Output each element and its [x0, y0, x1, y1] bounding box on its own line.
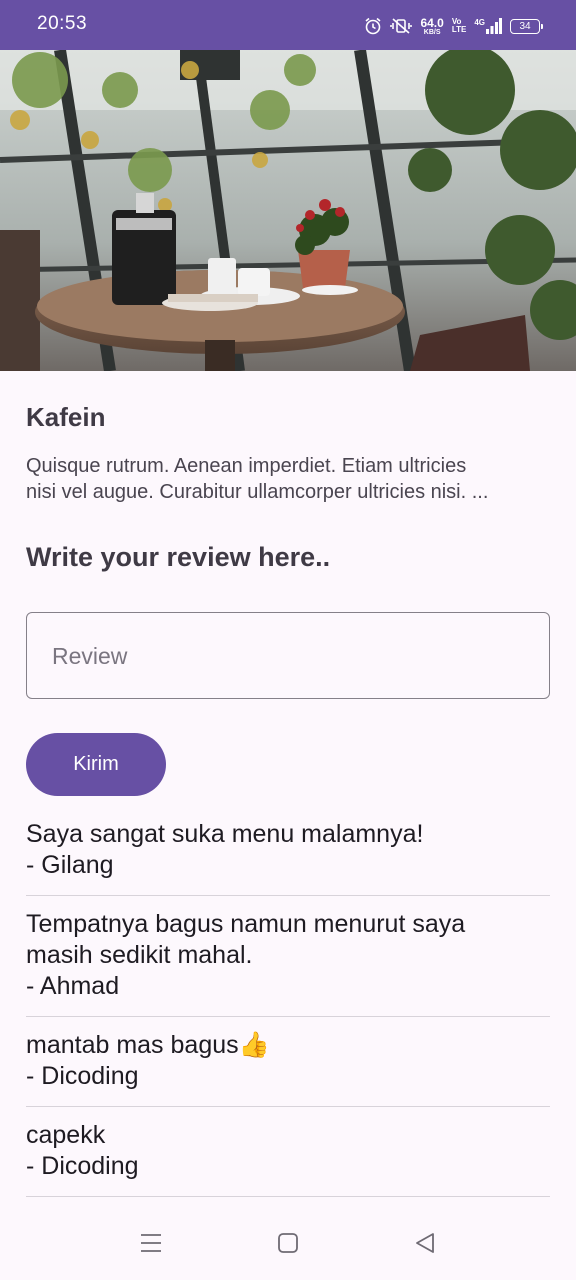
- vibrate-mute-icon: [390, 18, 413, 34]
- review-item: Tempatnya bagus namun menurut saya masih…: [26, 906, 550, 1017]
- review-text: mantab mas bagus👍: [26, 1031, 270, 1059]
- review-item: Saya sangat suka menu malamnya! - Gilang: [26, 816, 550, 896]
- review-author: - Dicoding: [26, 1152, 139, 1180]
- review-list: Saya sangat suka menu malamnya! - Gilang…: [26, 816, 550, 1207]
- net-speed-unit: KB/S: [423, 28, 441, 36]
- description-line: nisi vel augue. Curabitur ullamcorper ul…: [26, 481, 489, 503]
- volte-indicator: Vo LTE: [452, 18, 467, 34]
- status-icons: 64.0 KB/S Vo LTE 4G 34: [364, 13, 543, 39]
- review-item: capekk - Dicoding: [26, 1117, 550, 1197]
- status-time: 20:53: [37, 13, 88, 34]
- place-title: Kafein: [26, 402, 106, 432]
- review-text: Saya sangat suka menu malamnya!: [26, 820, 424, 848]
- net-speed-value: 64.0: [420, 15, 444, 30]
- review-author: - Dicoding: [26, 1062, 139, 1090]
- signal-label: 4G: [474, 18, 485, 27]
- review-field[interactable]: [26, 612, 550, 699]
- review-author: - Gilang: [26, 851, 114, 879]
- place-description: Quisque rutrum. Aenean imperdiet. Etiam …: [26, 453, 552, 505]
- navigation-bar: [0, 1210, 576, 1280]
- review-item: mantab mas bagus👍 - Dicoding: [26, 1027, 550, 1107]
- description-line: Quisque rutrum. Aenean imperdiet. Etiam …: [26, 455, 467, 477]
- battery-icon: 34: [510, 18, 543, 34]
- volte-bottom: LTE: [451, 25, 467, 34]
- menu-icon[interactable]: [140, 1232, 162, 1254]
- signal-indicator: 4G: [474, 18, 502, 34]
- cafe-table-photo: [0, 50, 576, 371]
- net-speed: 64.0 KB/S: [420, 17, 443, 36]
- review-author: - Ahmad: [26, 972, 120, 1000]
- review-input[interactable]: [52, 641, 522, 671]
- review-heading: Write your review here..: [26, 542, 331, 572]
- battery-level: 34: [519, 20, 531, 32]
- alarm-icon: [365, 17, 381, 35]
- home-icon[interactable]: [277, 1232, 299, 1254]
- status-bar: 20:53 64.0 KB/S Vo LTE 4G 34: [0, 0, 576, 50]
- review-text: capekk: [26, 1121, 106, 1149]
- review-text: masih sedikit mahal.: [26, 941, 253, 969]
- hero-image: [0, 50, 576, 371]
- review-text: Tempatnya bagus namun menurut saya: [26, 910, 466, 938]
- send-button[interactable]: Kirim: [26, 733, 166, 796]
- back-icon[interactable]: [414, 1232, 436, 1254]
- signal-icon: [486, 18, 502, 34]
